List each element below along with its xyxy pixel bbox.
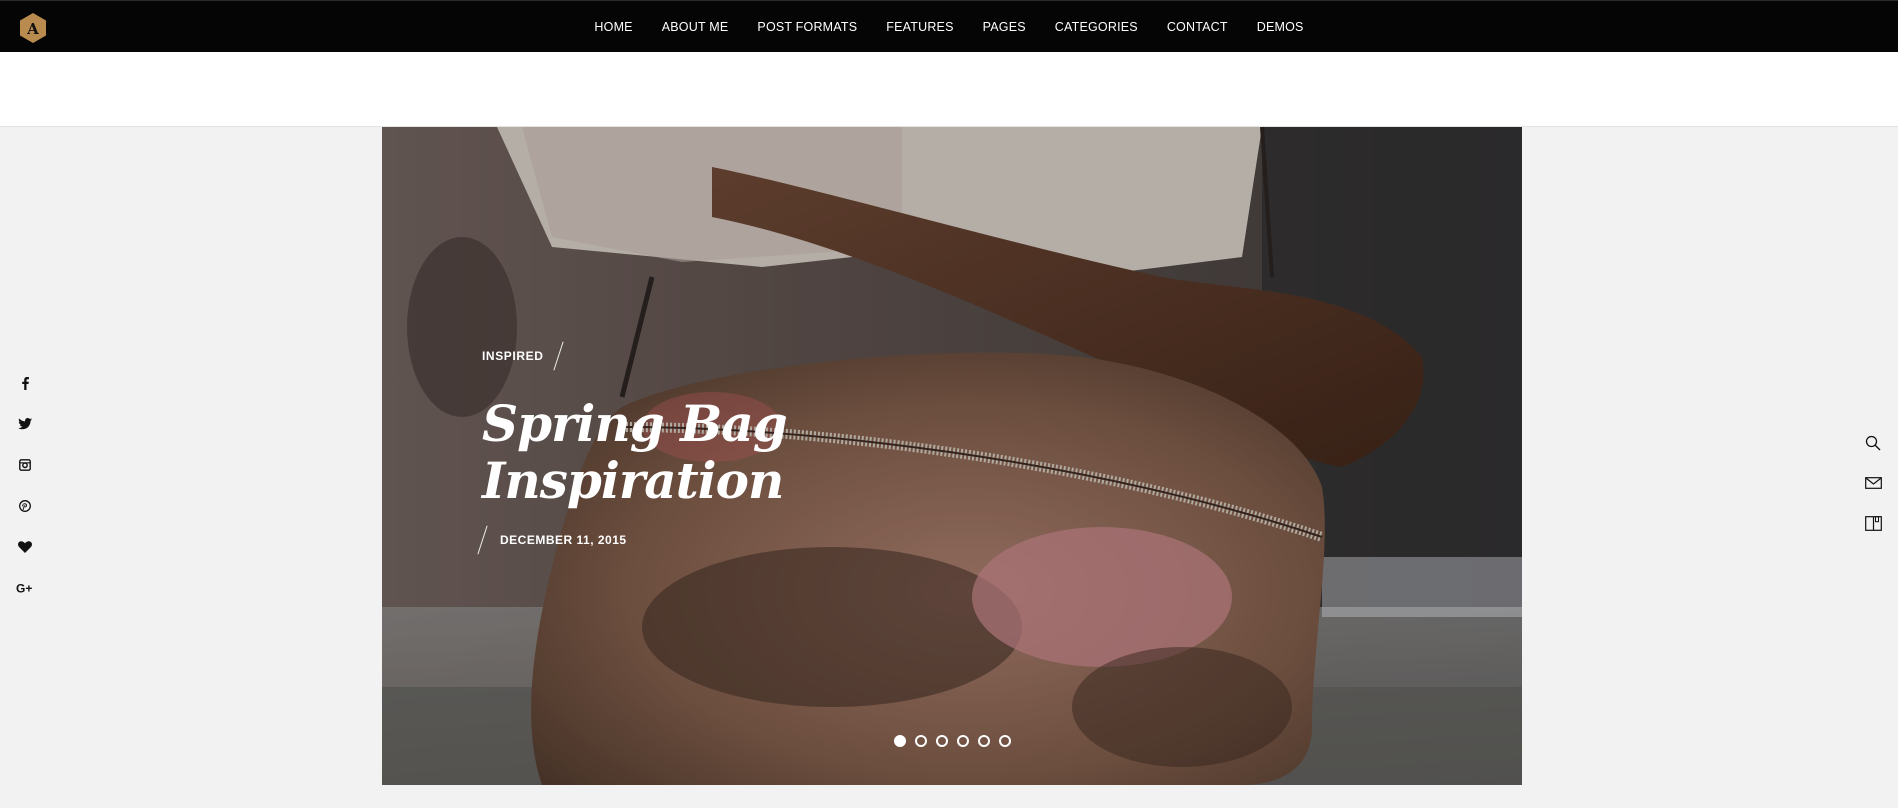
slide-date: DECEMBER 11, 2015	[477, 525, 812, 555]
nav-about-me[interactable]: ABOUT ME	[662, 20, 729, 34]
slider-dot-4[interactable]	[956, 735, 969, 747]
nav-demos[interactable]: DEMOS	[1257, 20, 1304, 34]
pinterest-icon[interactable]	[14, 495, 36, 517]
slide-category-label[interactable]: INSPIRED	[482, 349, 543, 363]
social-links: G+	[14, 372, 36, 618]
slider-dot-1[interactable]	[893, 735, 906, 747]
slider-dot-3[interactable]	[935, 735, 948, 747]
slide-title-line1[interactable]: Spring Bag	[482, 395, 812, 452]
twitter-icon[interactable]	[14, 413, 36, 435]
slide-caption: INSPIRED Spring Bag Inspiration DECEMBER…	[477, 341, 812, 555]
nav-pages[interactable]: PAGES	[983, 20, 1026, 34]
nav-post-formats[interactable]: POST FORMATS	[757, 20, 857, 34]
slider-pagination	[382, 735, 1522, 747]
heart-icon[interactable]	[14, 536, 36, 558]
slide-title[interactable]: Spring Bag Inspiration	[482, 395, 812, 509]
slider-dot-6[interactable]	[998, 735, 1011, 747]
main-nav: HOME ABOUT ME POST FORMATS FEATURES PAGE…	[0, 1, 1898, 53]
facebook-icon[interactable]	[14, 372, 36, 394]
mail-icon[interactable]	[1862, 472, 1884, 494]
header-spacer	[0, 52, 1898, 127]
slider-dot-2[interactable]	[914, 735, 927, 747]
featured-slider[interactable]: INSPIRED Spring Bag Inspiration DECEMBER…	[382, 127, 1522, 785]
instagram-icon[interactable]	[14, 454, 36, 476]
google-plus-icon[interactable]: G+	[14, 577, 36, 599]
top-navbar: A HOME ABOUT ME POST FORMATS FEATURES PA…	[0, 0, 1898, 52]
slide-date-label: DECEMBER 11, 2015	[500, 533, 627, 547]
nav-home[interactable]: HOME	[594, 20, 632, 34]
utility-tools	[1862, 432, 1884, 552]
nav-contact[interactable]: CONTACT	[1167, 20, 1228, 34]
slide-title-line2[interactable]: Inspiration	[482, 452, 812, 509]
slider-dot-5[interactable]	[977, 735, 990, 747]
nav-features[interactable]: FEATURES	[886, 20, 953, 34]
slide-category[interactable]: INSPIRED	[482, 341, 565, 371]
svg-text:G+: G+	[16, 582, 32, 594]
search-icon[interactable]	[1862, 432, 1884, 454]
nav-categories[interactable]: CATEGORIES	[1055, 20, 1138, 34]
book-icon[interactable]	[1862, 512, 1884, 534]
